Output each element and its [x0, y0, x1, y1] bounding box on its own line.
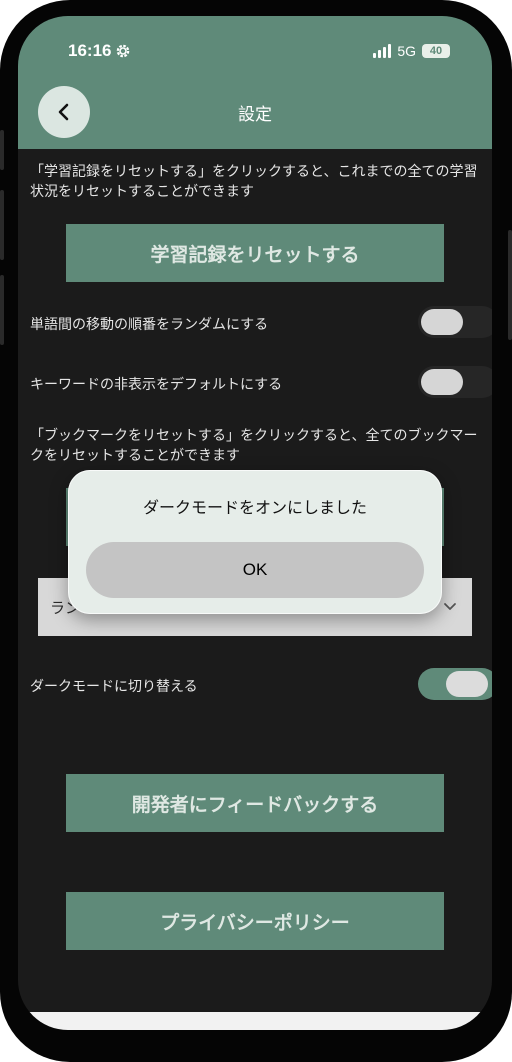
phone-frame: 16:16 5G 40 設定 「学習記録をリセットする」をクリックすると、これま… — [0, 0, 512, 1062]
toggle-knob — [421, 369, 463, 395]
hide-keywords-label: キーワードの非表示をデフォルトにする — [30, 377, 283, 393]
top-bar: 16:16 5G 40 設定 — [18, 16, 492, 149]
settings-gear-icon — [117, 44, 130, 58]
feedback-button[interactable]: 開発者にフィードバックする — [66, 774, 444, 832]
network-type: 5G — [397, 43, 416, 59]
time-text: 16:16 — [68, 41, 112, 60]
hide-keywords-toggle[interactable] — [418, 366, 492, 398]
ok-button[interactable]: OK — [86, 542, 424, 598]
toggle-knob — [446, 671, 488, 697]
random-order-label: 単語間の移動の順番をランダムにする — [30, 317, 269, 333]
side-button — [0, 130, 4, 170]
toggle-knob — [421, 309, 463, 335]
random-order-toggle[interactable] — [418, 306, 492, 338]
volume-down-button — [0, 275, 4, 345]
status-indicators: 5G 40 — [373, 43, 450, 59]
power-button — [508, 230, 512, 340]
reset-bookmarks-description: 「ブックマークをリセットする」をクリックすると、全てのブックマークをリセットする… — [30, 428, 478, 464]
page-title: 設定 — [238, 105, 272, 125]
chevron-down-icon — [444, 603, 456, 610]
dialog-message: ダークモードをオンにしました — [142, 498, 367, 517]
volume-up-button — [0, 190, 4, 260]
screen: 16:16 5G 40 設定 「学習記録をリセットする」をクリックすると、これま… — [18, 16, 492, 1030]
status-time: 16:16 — [68, 41, 131, 61]
dark-mode-toggle[interactable] — [418, 668, 492, 700]
alert-dialog: ダークモードをオンにしました OK — [68, 470, 442, 614]
reset-history-description: 「学習記録をリセットする」をクリックすると、これまでの全ての学習状況をリセットす… — [30, 164, 478, 200]
signal-icon — [373, 44, 392, 58]
reset-history-button[interactable]: 学習記録をリセットする — [66, 224, 444, 282]
dark-mode-label: ダークモードに切り替える — [30, 679, 198, 695]
battery-icon: 40 — [422, 44, 450, 58]
home-indicator-area — [18, 1012, 492, 1030]
privacy-policy-button[interactable]: プライバシーポリシー — [66, 892, 444, 950]
